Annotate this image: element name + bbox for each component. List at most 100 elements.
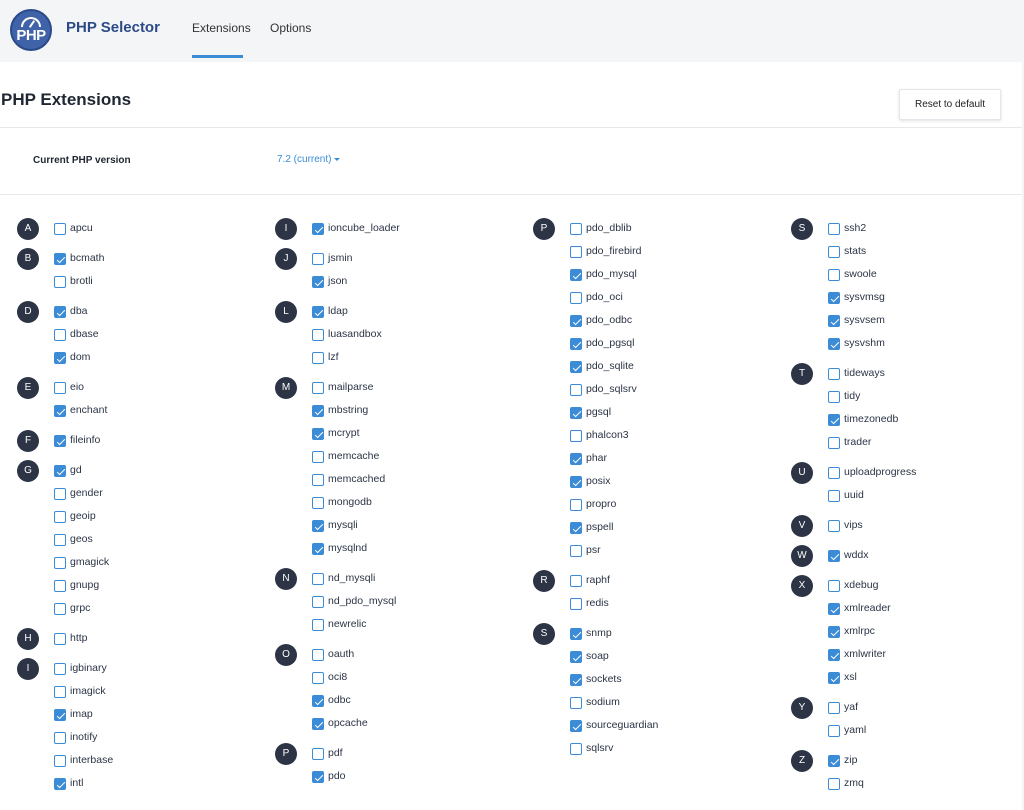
extension-checkbox[interactable]	[570, 292, 582, 304]
extension-checkbox[interactable]	[570, 269, 582, 281]
extension-checkbox[interactable]	[828, 490, 840, 502]
extension-checkbox[interactable]	[828, 467, 840, 479]
extension-checkbox[interactable]	[312, 474, 324, 486]
extension-checkbox[interactable]	[312, 352, 324, 364]
extension-checkbox[interactable]	[828, 315, 840, 327]
extension-checkbox[interactable]	[54, 778, 66, 790]
extension-checkbox[interactable]	[828, 292, 840, 304]
extension-checkbox[interactable]	[54, 603, 66, 615]
extension-checkbox[interactable]	[54, 534, 66, 546]
extension-checkbox[interactable]	[828, 550, 840, 562]
extension-checkbox[interactable]	[828, 672, 840, 684]
extension-checkbox[interactable]	[54, 306, 66, 318]
extension-name: tidy	[844, 390, 861, 402]
extension-checkbox[interactable]	[828, 649, 840, 661]
extension-checkbox[interactable]	[54, 633, 66, 645]
tab-options[interactable]: Options	[270, 21, 311, 35]
extension-checkbox[interactable]	[828, 626, 840, 638]
extension-checkbox[interactable]	[54, 382, 66, 394]
extension-checkbox[interactable]	[312, 649, 324, 661]
extension-checkbox[interactable]	[312, 497, 324, 509]
extension-checkbox[interactable]	[312, 520, 324, 532]
extension-checkbox[interactable]	[312, 748, 324, 760]
extension-checkbox[interactable]	[570, 223, 582, 235]
extension-checkbox[interactable]	[312, 672, 324, 684]
extension-checkbox[interactable]	[828, 338, 840, 350]
extension-checkbox[interactable]	[312, 428, 324, 440]
extension-checkbox[interactable]	[312, 451, 324, 463]
extension-checkbox[interactable]	[54, 511, 66, 523]
extension-checkbox[interactable]	[828, 391, 840, 403]
extension-checkbox[interactable]	[570, 545, 582, 557]
extension-checkbox[interactable]	[312, 718, 324, 730]
extension-checkbox[interactable]	[570, 674, 582, 686]
extension-checkbox[interactable]	[54, 580, 66, 592]
extension-checkbox[interactable]	[570, 407, 582, 419]
extension-checkbox[interactable]	[312, 771, 324, 783]
extension-checkbox[interactable]	[570, 430, 582, 442]
extension-checkbox[interactable]	[570, 361, 582, 373]
extension-checkbox[interactable]	[828, 437, 840, 449]
extension-checkbox[interactable]	[312, 405, 324, 417]
extension-checkbox[interactable]	[312, 382, 324, 394]
extension-checkbox[interactable]	[828, 603, 840, 615]
extension-checkbox[interactable]	[828, 702, 840, 714]
extension-checkbox[interactable]	[570, 453, 582, 465]
extension-name: mysqlnd	[328, 542, 368, 554]
extension-checkbox[interactable]	[312, 306, 324, 318]
extension-checkbox[interactable]	[54, 465, 66, 477]
extension-checkbox[interactable]	[570, 315, 582, 327]
extension-checkbox[interactable]	[570, 651, 582, 663]
extension-checkbox[interactable]	[312, 543, 324, 555]
extension-checkbox[interactable]	[54, 709, 66, 721]
extension-checkbox[interactable]	[828, 223, 840, 235]
extension-checkbox[interactable]	[54, 276, 66, 288]
extension-checkbox[interactable]	[312, 253, 324, 265]
extension-checkbox[interactable]	[54, 405, 66, 417]
extension-checkbox[interactable]	[312, 619, 324, 631]
php-version-select[interactable]: 7.2 (current)	[277, 154, 341, 165]
extension-checkbox[interactable]	[828, 269, 840, 281]
php-version-value: 7.2 (current)	[277, 154, 332, 165]
extension-checkbox[interactable]	[570, 628, 582, 640]
extension-checkbox[interactable]	[828, 368, 840, 380]
extension-name: uploadprogress	[844, 466, 917, 478]
extension-checkbox[interactable]	[312, 573, 324, 585]
extension-checkbox[interactable]	[570, 575, 582, 587]
extension-checkbox[interactable]	[570, 338, 582, 350]
reset-to-default-button[interactable]: Reset to default	[899, 89, 1001, 120]
extension-checkbox[interactable]	[54, 686, 66, 698]
extension-checkbox[interactable]	[54, 488, 66, 500]
extension-checkbox[interactable]	[570, 499, 582, 511]
extension-checkbox[interactable]	[828, 755, 840, 767]
extension-checkbox[interactable]	[828, 246, 840, 258]
extension-checkbox[interactable]	[54, 755, 66, 767]
extension-checkbox[interactable]	[570, 743, 582, 755]
extension-checkbox[interactable]	[828, 520, 840, 532]
extension-checkbox[interactable]	[570, 598, 582, 610]
extension-checkbox[interactable]	[570, 522, 582, 534]
extension-checkbox[interactable]	[570, 697, 582, 709]
extension-checkbox[interactable]	[570, 720, 582, 732]
extension-checkbox[interactable]	[54, 352, 66, 364]
extension-checkbox[interactable]	[54, 732, 66, 744]
extension-checkbox[interactable]	[828, 778, 840, 790]
extension-checkbox[interactable]	[312, 223, 324, 235]
extension-checkbox[interactable]	[570, 246, 582, 258]
extension-checkbox[interactable]	[54, 557, 66, 569]
extension-checkbox[interactable]	[312, 695, 324, 707]
extension-checkbox[interactable]	[54, 223, 66, 235]
extension-checkbox[interactable]	[828, 580, 840, 592]
extension-checkbox[interactable]	[54, 253, 66, 265]
extension-checkbox[interactable]	[828, 414, 840, 426]
extension-checkbox[interactable]	[312, 596, 324, 608]
extension-checkbox[interactable]	[312, 276, 324, 288]
extension-checkbox[interactable]	[570, 384, 582, 396]
extension-checkbox[interactable]	[312, 329, 324, 341]
extension-checkbox[interactable]	[828, 725, 840, 737]
extension-checkbox[interactable]	[570, 476, 582, 488]
extension-checkbox[interactable]	[54, 663, 66, 675]
extension-checkbox[interactable]	[54, 435, 66, 447]
tab-extensions[interactable]: Extensions	[192, 21, 251, 35]
extension-checkbox[interactable]	[54, 329, 66, 341]
